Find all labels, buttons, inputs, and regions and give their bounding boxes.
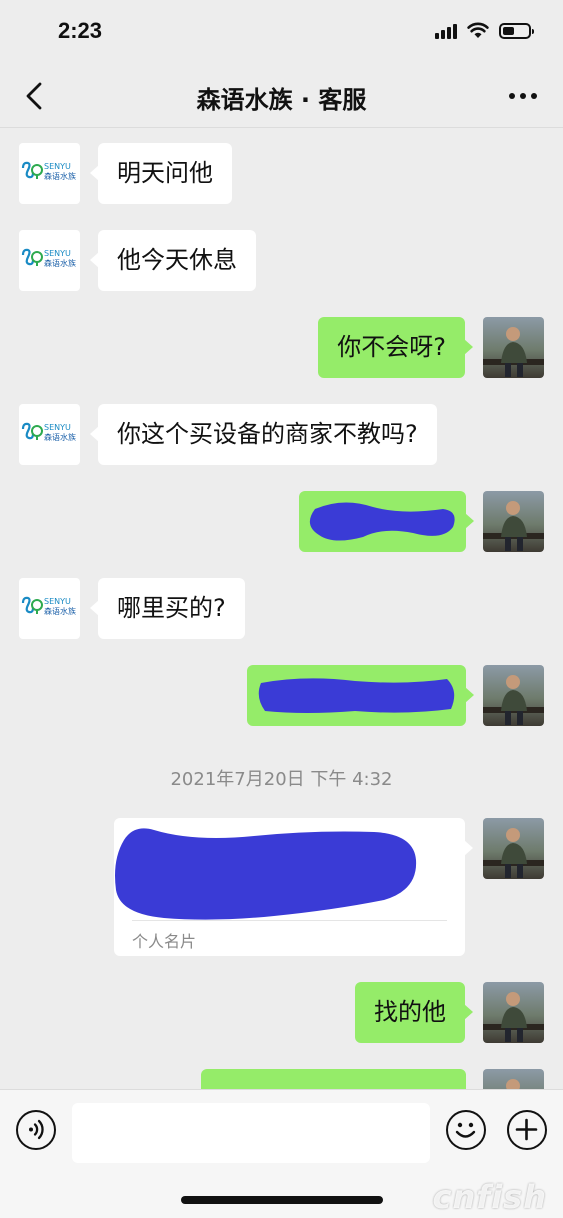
home-indicator[interactable] bbox=[181, 1196, 383, 1204]
voice-icon bbox=[29, 1119, 44, 1140]
senyu-logo: SENYU 森语水族 bbox=[21, 422, 76, 442]
redaction-scribble bbox=[309, 502, 455, 541]
cellular-signal-icon bbox=[435, 23, 457, 39]
person-photo-icon bbox=[506, 1079, 520, 1089]
user-avatar[interactable] bbox=[483, 818, 544, 879]
contact-card[interactable]: 个人名片 bbox=[114, 818, 473, 956]
plus-button[interactable] bbox=[507, 1110, 547, 1150]
shop-cn-name: 森语水族 bbox=[44, 171, 76, 181]
message-bubble-incoming[interactable]: 哪里买的? bbox=[90, 578, 245, 639]
message-bubble-outgoing-redacted[interactable] bbox=[247, 665, 474, 726]
svg-text:SENYU: SENYU bbox=[44, 249, 71, 258]
user-avatar[interactable] bbox=[483, 665, 544, 726]
status-time: 2:23 bbox=[58, 18, 103, 43]
svg-text:SENYU: SENYU bbox=[44, 423, 71, 432]
person-photo-icon bbox=[483, 501, 544, 551]
svg-text:森语水族: 森语水族 bbox=[44, 606, 76, 616]
person-photo-icon bbox=[483, 992, 544, 1042]
chat-timestamp: 2021年7月20日 下午 4:32 bbox=[170, 769, 393, 790]
senyu-logo: SENYU 森语水族 bbox=[21, 248, 76, 268]
shop-avatar[interactable]: SENYU 森语水族 bbox=[19, 578, 80, 639]
voice-button[interactable] bbox=[16, 1110, 56, 1150]
redaction-scribble bbox=[115, 828, 417, 920]
person-photo-icon bbox=[483, 327, 544, 377]
chat-area[interactable]: SENYU 森语水族 明天问他 SENYU 森语水族 他今天休息 你不会呀? S… bbox=[0, 129, 563, 1089]
person-photo-icon bbox=[483, 675, 544, 725]
battery-level bbox=[503, 26, 514, 35]
user-avatar[interactable] bbox=[483, 982, 544, 1043]
svg-text:森语水族: 森语水族 bbox=[44, 432, 76, 442]
battery-icon bbox=[499, 22, 534, 39]
shop-avatar[interactable]: SENYU 森语水族 bbox=[19, 230, 80, 291]
card-type-label: 个人名片 bbox=[132, 932, 197, 951]
message-bubble-incoming[interactable]: 你这个买设备的商家不教吗? bbox=[90, 404, 437, 465]
user-avatar[interactable] bbox=[483, 491, 544, 552]
message-bubble-incoming[interactable]: 他今天休息 bbox=[90, 230, 256, 291]
shop-avatar[interactable]: SENYU 森语水族 bbox=[19, 143, 80, 204]
redaction-scribble bbox=[258, 678, 455, 713]
senyu-logo: SENYU 森语水族 bbox=[21, 161, 76, 181]
senyu-logo: SENYU 森语水族 bbox=[21, 596, 76, 616]
svg-text:森语水族: 森语水族 bbox=[44, 258, 76, 268]
message-input[interactable] bbox=[72, 1103, 430, 1163]
user-avatar[interactable] bbox=[483, 1069, 544, 1089]
emoji-button[interactable] bbox=[446, 1110, 486, 1150]
plus-icon bbox=[515, 1118, 538, 1141]
message-bubble-outgoing-redacted[interactable] bbox=[299, 491, 474, 552]
user-avatar[interactable] bbox=[483, 317, 544, 378]
more-dots-icon[interactable] bbox=[505, 78, 541, 114]
card-divider bbox=[132, 920, 447, 921]
svg-text:SENYU: SENYU bbox=[44, 597, 71, 606]
status-bar: 2:23 bbox=[0, 0, 563, 64]
status-icons bbox=[435, 22, 534, 39]
shop-wordmark: SENYU bbox=[44, 162, 71, 171]
nav-bar: 森语水族 · 客服 bbox=[0, 64, 563, 128]
message-bubble-outgoing[interactable]: 你不会呀? bbox=[318, 317, 473, 378]
person-photo-icon bbox=[483, 828, 544, 878]
wifi-icon bbox=[467, 22, 489, 38]
message-bubble-incoming[interactable]: 明天问他 bbox=[90, 143, 232, 204]
shop-avatar[interactable]: SENYU 森语水族 bbox=[19, 404, 80, 465]
message-bubble-outgoing[interactable]: 找的他 bbox=[355, 982, 473, 1043]
chat-title: 森语水族 · 客服 bbox=[196, 86, 367, 114]
site-watermark: cnfish bbox=[432, 1178, 547, 1216]
message-bubble-outgoing-partial[interactable] bbox=[201, 1069, 466, 1089]
emoji-icon bbox=[455, 1122, 476, 1138]
